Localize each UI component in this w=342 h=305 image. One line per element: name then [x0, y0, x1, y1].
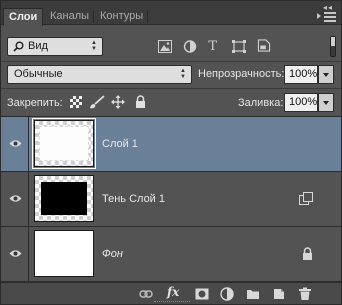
opacity-label: Непрозрачность: [198, 68, 285, 80]
filter-kind-dropdown[interactable]: Вид ▲ ▼ [7, 37, 103, 56]
visibility-column [1, 117, 29, 171]
lock-move-icon[interactable] [111, 95, 125, 109]
dropdown-arrows-icon: ▲ ▼ [180, 68, 186, 80]
lock-label: Закрепить: [7, 97, 63, 109]
layer-thumbnail[interactable] [34, 230, 94, 277]
text-filter-icon[interactable]: T [207, 39, 221, 52]
tab-layers[interactable]: Слои [3, 8, 44, 26]
lock-transparent-icon[interactable] [70, 96, 82, 108]
fill-label: Заливка: [238, 97, 284, 109]
tab-paths[interactable]: Контуры [95, 8, 148, 25]
layers-list: Слой 1 Тень Слой 1 Фон [1, 116, 341, 282]
tab-channels[interactable]: Каналы [45, 8, 94, 25]
layer-row-layer1[interactable]: Слой 1 [1, 117, 341, 172]
search-icon [13, 41, 24, 52]
fill-dropdown-button[interactable] [318, 93, 334, 112]
new-layer-icon[interactable] [272, 287, 286, 301]
layer-name[interactable]: Слой 1 [102, 138, 138, 150]
collapse-panel-icon[interactable]: ◂◂ [323, 3, 333, 12]
visibility-column [1, 227, 29, 281]
filter-kind-label: Вид [28, 40, 48, 52]
divider [1, 88, 341, 89]
tab-separator [93, 11, 94, 23]
layer-row-background[interactable]: Фон [1, 227, 341, 282]
divider [1, 61, 341, 62]
lock-icon [303, 247, 312, 260]
shape-filter-icon[interactable] [232, 40, 246, 53]
opacity-dropdown-button[interactable] [318, 65, 334, 84]
layer-row-shadow[interactable]: Тень Слой 1 [1, 172, 341, 227]
tab-bar: Слои Каналы Контуры ◂◂ [1, 1, 341, 26]
trash-icon[interactable] [298, 287, 312, 301]
image-filter-icon[interactable] [158, 40, 172, 53]
fill-input[interactable]: 100% [284, 93, 318, 112]
dropdown-arrows-icon: ▲ ▼ [91, 40, 97, 52]
visibility-column [1, 172, 29, 226]
layer-name[interactable]: Фон [102, 248, 123, 260]
filter-toggle-switch[interactable] [330, 36, 336, 57]
layer-thumbnail[interactable] [32, 118, 96, 169]
lock-all-icon[interactable] [135, 95, 146, 108]
layers-footer: fx [1, 282, 341, 304]
folder-icon[interactable] [246, 287, 260, 301]
eye-icon[interactable] [9, 194, 22, 203]
fx-icon[interactable]: fx [167, 285, 179, 299]
blend-mode-dropdown[interactable]: Обычные ▲ ▼ [7, 65, 192, 84]
eye-icon[interactable] [9, 139, 22, 148]
smart-object-filter-icon[interactable] [257, 39, 271, 52]
link-icon[interactable] [139, 287, 153, 301]
layer-thumbnail[interactable] [34, 175, 94, 222]
eye-icon[interactable] [9, 249, 22, 258]
mask-icon[interactable] [195, 287, 209, 301]
adjustment-icon[interactable] [220, 287, 234, 301]
layer-name[interactable]: Тень Слой 1 [102, 193, 165, 205]
panel-menu-icon[interactable] [317, 12, 336, 22]
tab-separator [147, 11, 148, 23]
resize-grip[interactable] [154, 301, 190, 303]
opacity-input[interactable]: 100% [284, 65, 318, 84]
layers-panel: Слои Каналы Контуры ◂◂ Вид ▲ ▼ T Обычные… [0, 0, 342, 305]
smart-object-icon [299, 192, 313, 205]
adjustment-filter-icon[interactable] [183, 40, 197, 53]
blend-mode-label: Обычные [14, 68, 63, 80]
lock-brush-icon[interactable] [89, 95, 105, 109]
svg-text:T: T [208, 39, 217, 52]
